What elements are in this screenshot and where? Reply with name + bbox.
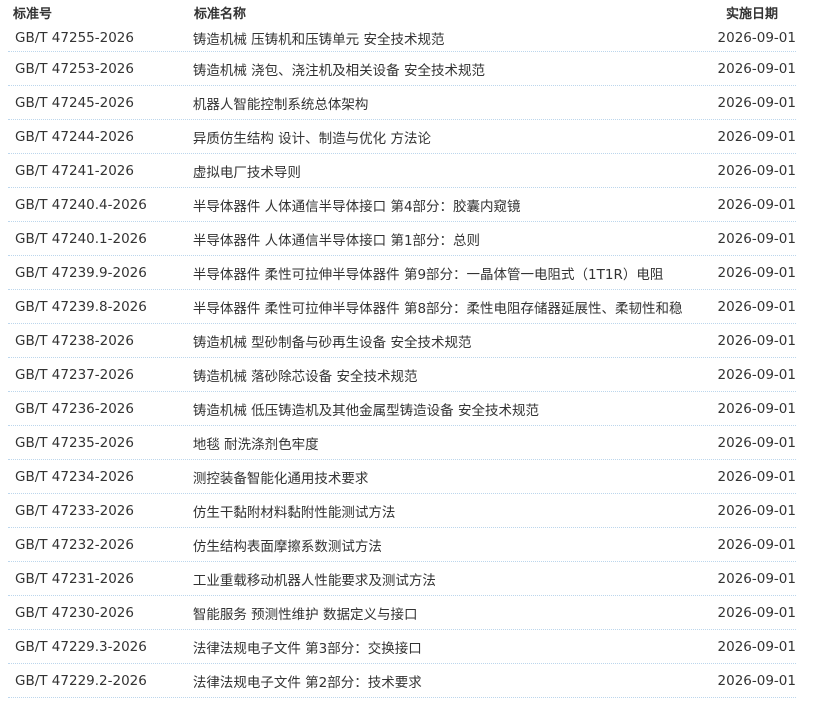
table-row[interactable]: GB/T 47233-2026 仿生干黏附材料黏附性能测试方法 2026-09-… (8, 494, 796, 528)
table-row[interactable]: GB/T 47239.8-2026 半导体器件 柔性可拉伸半导体器件 第8部分：… (8, 290, 796, 324)
standard-name-link[interactable]: 铸造机械 落砂除芯设备 安全技术规范 (193, 365, 710, 385)
standard-code: GB/T 47229.3-2026 (15, 638, 147, 655)
standard-code: GB/T 47237-2026 (15, 366, 134, 383)
standards-rows: GB/T 47255-2026 铸造机械 压铸机和压铸单元 安全技术规范 202… (0, 24, 826, 698)
implementation-date: 2026-09-01 (717, 29, 796, 46)
standard-code: GB/T 47230-2026 (15, 604, 134, 621)
standard-name-link[interactable]: 法律法规电子文件 第2部分：技术要求 (193, 671, 710, 691)
implementation-date: 2026-09-01 (717, 366, 796, 383)
table-row[interactable]: GB/T 47239.9-2026 半导体器件 柔性可拉伸半导体器件 第9部分：… (8, 256, 796, 290)
table-row[interactable]: GB/T 47244-2026 异质仿生结构 设计、制造与优化 方法论 2026… (8, 120, 796, 154)
table-row[interactable]: GB/T 47245-2026 机器人智能控制系统总体架构 2026-09-01 (8, 86, 796, 120)
header-standard-name: 标准名称 (194, 6, 247, 22)
standard-name-link[interactable]: 法律法规电子文件 第3部分：交换接口 (193, 637, 710, 657)
standard-code: GB/T 47231-2026 (15, 570, 134, 587)
standard-code: GB/T 47245-2026 (15, 94, 134, 111)
standard-name-link[interactable]: 测控装备智能化通用技术要求 (193, 467, 710, 487)
standard-code: GB/T 47253-2026 (15, 60, 134, 77)
table-row[interactable]: GB/T 47235-2026 地毯 耐洗涤剂色牢度 2026-09-01 (8, 426, 796, 460)
standard-name-link[interactable]: 铸造机械 浇包、浇注机及相关设备 安全技术规范 (193, 59, 710, 79)
standard-code: GB/T 47240.4-2026 (15, 196, 147, 213)
standard-name-link[interactable]: 机器人智能控制系统总体架构 (193, 93, 710, 113)
table-row[interactable]: GB/T 47253-2026 铸造机械 浇包、浇注机及相关设备 安全技术规范 … (8, 52, 796, 86)
implementation-date: 2026-09-01 (717, 298, 796, 315)
standard-name-link[interactable]: 地毯 耐洗涤剂色牢度 (193, 433, 710, 453)
standard-code: GB/T 47239.8-2026 (15, 298, 147, 315)
implementation-date: 2026-09-01 (717, 128, 796, 145)
standard-name-link[interactable]: 仿生干黏附材料黏附性能测试方法 (193, 501, 710, 521)
standard-name-link[interactable]: 铸造机械 型砂制备与砂再生设备 安全技术规范 (193, 331, 710, 351)
implementation-date: 2026-09-01 (717, 536, 796, 553)
table-row[interactable]: GB/T 47255-2026 铸造机械 压铸机和压铸单元 安全技术规范 202… (8, 24, 796, 52)
table-row[interactable]: GB/T 47236-2026 铸造机械 低压铸造机及其他金属型铸造设备 安全技… (8, 392, 796, 426)
standard-code: GB/T 47239.9-2026 (15, 264, 147, 281)
implementation-date: 2026-09-01 (717, 162, 796, 179)
standard-name-link[interactable]: 半导体器件 柔性可拉伸半导体器件 第9部分：一晶体管一电阻式（1T1R）电阻 (193, 263, 710, 283)
table-row[interactable]: GB/T 47231-2026 工业重载移动机器人性能要求及测试方法 2026-… (8, 562, 796, 596)
table-row[interactable]: GB/T 47241-2026 虚拟电厂技术导则 2026-09-01 (8, 154, 796, 188)
implementation-date: 2026-09-01 (717, 434, 796, 451)
implementation-date: 2026-09-01 (717, 502, 796, 519)
standard-code: GB/T 47241-2026 (15, 162, 134, 179)
table-row[interactable]: GB/T 47240.1-2026 半导体器件 人体通信半导体接口 第1部分：总… (8, 222, 796, 256)
standard-code: GB/T 47233-2026 (15, 502, 134, 519)
standard-name-link[interactable]: 半导体器件 柔性可拉伸半导体器件 第8部分：柔性电阻存储器延展性、柔韧性和稳 (193, 297, 710, 317)
implementation-date: 2026-09-01 (717, 264, 796, 281)
table-row[interactable]: GB/T 47232-2026 仿生结构表面摩擦系数测试方法 2026-09-0… (8, 528, 796, 562)
table-row[interactable]: GB/T 47240.4-2026 半导体器件 人体通信半导体接口 第4部分：胶… (8, 188, 796, 222)
implementation-date: 2026-09-01 (717, 468, 796, 485)
standard-code: GB/T 47232-2026 (15, 536, 134, 553)
table-row[interactable]: GB/T 47234-2026 测控装备智能化通用技术要求 2026-09-01 (8, 460, 796, 494)
implementation-date: 2026-09-01 (717, 604, 796, 621)
implementation-date: 2026-09-01 (717, 196, 796, 213)
standard-name-link[interactable]: 异质仿生结构 设计、制造与优化 方法论 (193, 127, 710, 147)
table-row[interactable]: GB/T 47237-2026 铸造机械 落砂除芯设备 安全技术规范 2026-… (8, 358, 796, 392)
implementation-date: 2026-09-01 (717, 60, 796, 77)
header-standard-code: 标准号 (13, 6, 53, 22)
standard-code: GB/T 47235-2026 (15, 434, 134, 451)
standard-name-link[interactable]: 仿生结构表面摩擦系数测试方法 (193, 535, 710, 555)
implementation-date: 2026-09-01 (717, 672, 796, 689)
list-header: 标准号 标准名称 实施日期 (0, 0, 826, 24)
standard-name-link[interactable]: 工业重载移动机器人性能要求及测试方法 (193, 569, 710, 589)
standard-code: GB/T 47236-2026 (15, 400, 134, 417)
standard-name-link[interactable]: 铸造机械 压铸机和压铸单元 安全技术规范 (193, 28, 710, 48)
header-implementation-date: 实施日期 (726, 6, 779, 22)
table-row[interactable]: GB/T 47229.2-2026 法律法规电子文件 第2部分：技术要求 202… (8, 664, 796, 698)
implementation-date: 2026-09-01 (717, 400, 796, 417)
implementation-date: 2026-09-01 (717, 94, 796, 111)
table-row[interactable]: GB/T 47238-2026 铸造机械 型砂制备与砂再生设备 安全技术规范 2… (8, 324, 796, 358)
standard-name-link[interactable]: 智能服务 预测性维护 数据定义与接口 (193, 603, 710, 623)
standard-name-link[interactable]: 铸造机械 低压铸造机及其他金属型铸造设备 安全技术规范 (193, 399, 710, 419)
implementation-date: 2026-09-01 (717, 230, 796, 247)
standards-list: 标准号 标准名称 实施日期 GB/T 47255-2026 铸造机械 压铸机和压… (0, 0, 826, 698)
standard-name-link[interactable]: 虚拟电厂技术导则 (193, 161, 710, 181)
standard-code: GB/T 47238-2026 (15, 332, 134, 349)
implementation-date: 2026-09-01 (717, 638, 796, 655)
table-row[interactable]: GB/T 47229.3-2026 法律法规电子文件 第3部分：交换接口 202… (8, 630, 796, 664)
implementation-date: 2026-09-01 (717, 332, 796, 349)
table-row[interactable]: GB/T 47230-2026 智能服务 预测性维护 数据定义与接口 2026-… (8, 596, 796, 630)
implementation-date: 2026-09-01 (717, 570, 796, 587)
standard-code: GB/T 47229.2-2026 (15, 672, 147, 689)
standard-code: GB/T 47240.1-2026 (15, 230, 147, 247)
standard-name-link[interactable]: 半导体器件 人体通信半导体接口 第4部分：胶囊内窥镜 (193, 195, 710, 215)
standard-name-link[interactable]: 半导体器件 人体通信半导体接口 第1部分：总则 (193, 229, 710, 249)
standard-code: GB/T 47255-2026 (15, 29, 134, 46)
standard-code: GB/T 47234-2026 (15, 468, 134, 485)
standard-code: GB/T 47244-2026 (15, 128, 134, 145)
